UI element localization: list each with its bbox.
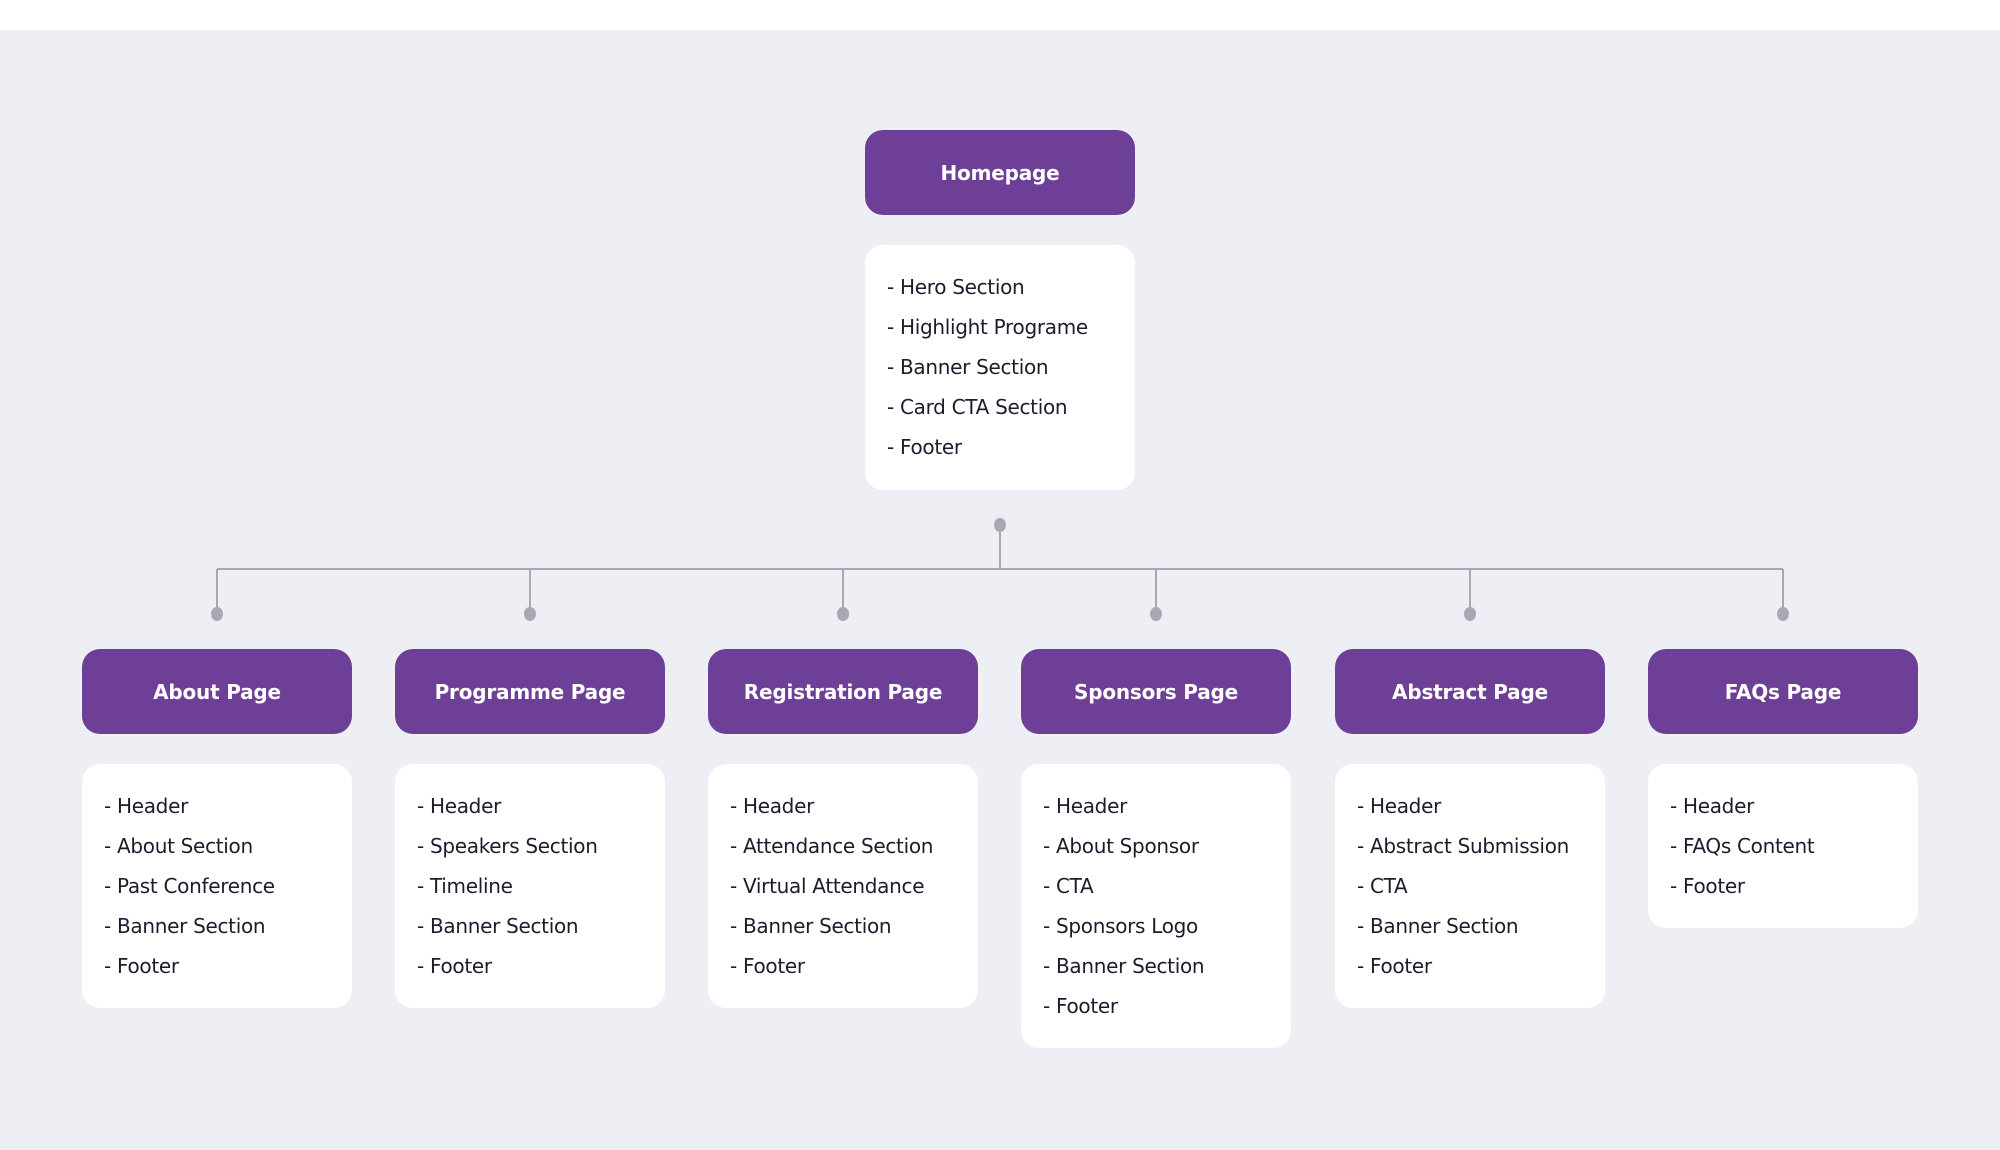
section-item: - Abstract Submission [1357,834,1570,858]
section-item: - FAQs Content [1670,834,1815,858]
node-card-homepage: - Hero Section - Highlight Programe - Ba… [865,245,1135,490]
section-item: - Header [730,794,814,818]
section-item: - Banner Section [1043,954,1205,978]
section-item: - Header [1670,794,1754,818]
section-item: - Past Conference [104,874,275,898]
node-card-registration-page: - Header - Attendance Section - Virtual … [708,764,978,1008]
node-title: Programme Page [434,679,626,704]
node-card-about-page: - Header - About Section - Past Conferen… [82,764,352,1008]
section-item: - Card CTA Section [887,395,1068,419]
section-item: - CTA [1357,874,1408,898]
node-header-sponsors-page[interactable]: Sponsors Page [1021,649,1291,734]
node-header-homepage[interactable]: Homepage [865,130,1135,215]
section-item: - Footer [1357,954,1432,978]
node-header-programme-page[interactable]: Programme Page [395,649,665,734]
section-item: - Banner Section [730,914,892,938]
section-item: - Header [1043,794,1127,818]
section-item: - CTA [1043,874,1094,898]
section-item: - Hero Section [887,275,1025,299]
node-title: FAQs Page [1724,679,1842,704]
section-list: - Header - Speakers Section - Timeline -… [417,786,665,986]
section-item: - Header [417,794,501,818]
section-list: - Header - About Section - Past Conferen… [104,786,352,986]
section-item: - Header [1357,794,1441,818]
section-item: - Banner Section [887,355,1049,379]
section-list: - Hero Section - Highlight Programe - Ba… [887,267,1135,467]
section-item: - About Sponsor [1043,834,1199,858]
section-item: - Banner Section [104,914,266,938]
section-item: - Footer [887,435,962,459]
section-item: - Timeline [417,874,513,898]
section-item: - Footer [417,954,492,978]
section-item: - Sponsors Logo [1043,914,1198,938]
section-list: - Header - FAQs Content - Footer [1670,786,1918,906]
section-list: - Header - About Sponsor - CTA - Sponsor… [1043,786,1291,1026]
section-item: - Footer [104,954,179,978]
section-item: - Attendance Section [730,834,934,858]
section-item: - Banner Section [1357,914,1519,938]
node-title: Registration Page [743,679,943,704]
section-list: - Header - Abstract Submission - CTA - B… [1357,786,1605,986]
section-item: - Footer [1043,994,1118,1018]
node-card-sponsors-page: - Header - About Sponsor - CTA - Sponsor… [1021,764,1291,1048]
section-item: - Virtual Attendance [730,874,925,898]
node-title: Sponsors Page [1074,679,1238,704]
node-header-registration-page[interactable]: Registration Page [708,649,978,734]
node-title: Abstract Page [1392,679,1548,704]
node-card-programme-page: - Header - Speakers Section - Timeline -… [395,764,665,1008]
node-card-abstract-page: - Header - Abstract Submission - CTA - B… [1335,764,1605,1008]
node-title: Homepage [940,160,1060,185]
node-header-faqs-page[interactable]: FAQs Page [1648,649,1918,734]
node-header-abstract-page[interactable]: Abstract Page [1335,649,1605,734]
section-item: - Highlight Programe [887,315,1088,339]
section-item: - Header [104,794,188,818]
node-card-faqs-page: - Header - FAQs Content - Footer [1648,764,1918,928]
section-list: - Header - Attendance Section - Virtual … [730,786,978,986]
node-header-about-page[interactable]: About Page [82,649,352,734]
section-item: - Banner Section [417,914,579,938]
section-item: - Footer [1670,874,1745,898]
node-title: About Page [153,679,281,704]
section-item: - Speakers Section [417,834,598,858]
section-item: - Footer [730,954,805,978]
section-item: - About Section [104,834,253,858]
